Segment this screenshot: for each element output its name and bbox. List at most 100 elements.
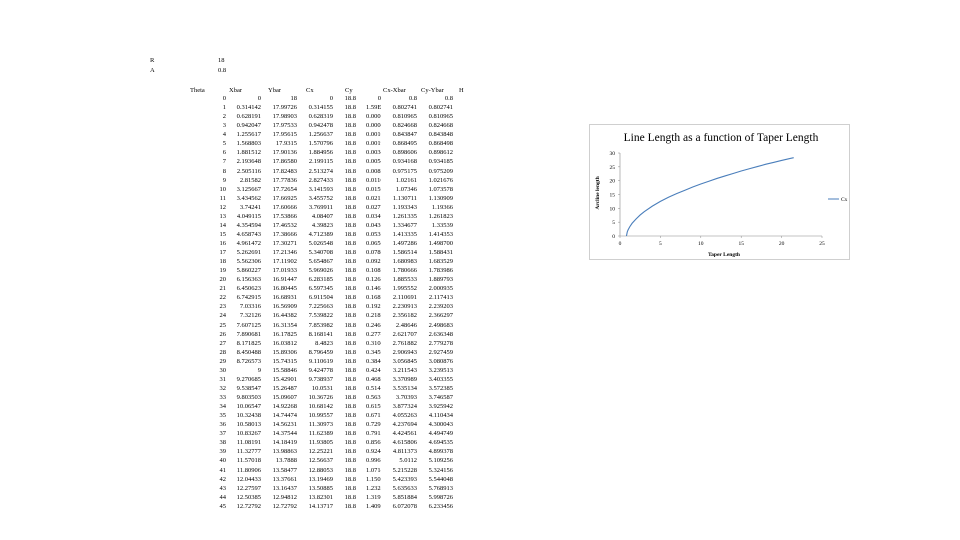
- table-cell[interactable]: 12.72792: [228, 502, 261, 511]
- table-cell[interactable]: 41: [212, 466, 227, 475]
- table-cell[interactable]: 1.255617: [228, 130, 261, 139]
- table-cell[interactable]: 1.683529: [420, 257, 453, 266]
- table-cell[interactable]: 0.008158: [366, 167, 381, 176]
- table-cell[interactable]: 18.8: [336, 420, 356, 429]
- table-cell[interactable]: 0.001993: [366, 139, 381, 148]
- table-cell[interactable]: 14.92268: [264, 402, 297, 411]
- table-cell[interactable]: 18.8: [336, 429, 356, 438]
- table-cell[interactable]: 4.615806: [384, 438, 417, 447]
- table-cell[interactable]: 5.109256: [420, 456, 453, 465]
- table-cell[interactable]: 16.17825: [264, 330, 297, 339]
- table-cell[interactable]: 9.270685: [228, 375, 261, 384]
- table-cell[interactable]: 1.568803: [228, 139, 261, 148]
- table-cell[interactable]: 1.783986: [420, 266, 453, 275]
- table-cell[interactable]: 13.16437: [264, 484, 297, 493]
- table-cell[interactable]: 2.110691: [384, 293, 417, 302]
- table-cell[interactable]: 12.27597: [228, 484, 261, 493]
- table-cell[interactable]: 4.055263: [384, 411, 417, 420]
- table-cell[interactable]: 35: [212, 411, 227, 420]
- table-cell[interactable]: 5.262691: [228, 248, 261, 257]
- table-cell[interactable]: 1.995552: [384, 284, 417, 293]
- table-cell[interactable]: 18.8: [336, 456, 356, 465]
- table-cell[interactable]: 16.68931: [264, 293, 297, 302]
- table-cell[interactable]: 3.74241: [228, 203, 261, 212]
- table-cell[interactable]: 3.080876: [420, 357, 453, 366]
- table-cell[interactable]: 2.239203: [420, 302, 453, 311]
- table-cell[interactable]: 1.02161: [384, 176, 417, 185]
- table-cell[interactable]: 11.30973: [300, 420, 333, 429]
- table-cell[interactable]: 18.8: [336, 411, 356, 420]
- table-cell[interactable]: 1.130711: [384, 194, 417, 203]
- table-cell[interactable]: 0.934168: [384, 157, 417, 166]
- table-cell[interactable]: 5.768913: [420, 484, 453, 493]
- table-cell[interactable]: 13.37661: [264, 475, 297, 484]
- table-cell[interactable]: 2.81582: [228, 176, 261, 185]
- table-cell[interactable]: 18: [264, 94, 298, 103]
- table-cell[interactable]: 0.8: [384, 94, 417, 103]
- table-cell[interactable]: 0.934185: [420, 157, 453, 166]
- table-cell[interactable]: 9.803503: [228, 393, 261, 402]
- table-cell[interactable]: 18.8: [336, 393, 356, 402]
- table-cell[interactable]: 18.8: [336, 447, 356, 456]
- table-cell[interactable]: 1.414353: [420, 230, 453, 239]
- table-cell[interactable]: 18.8: [336, 348, 356, 357]
- table-cell[interactable]: 11: [212, 194, 226, 203]
- table-cell[interactable]: 0.246853: [366, 321, 381, 330]
- table-cell[interactable]: 18.8: [336, 239, 356, 248]
- table-cell[interactable]: 9.424778: [300, 366, 333, 375]
- table-cell[interactable]: 2.48646: [384, 321, 417, 330]
- table-cell[interactable]: 17: [212, 248, 227, 257]
- table-cell[interactable]: 2.779278: [420, 339, 453, 348]
- table-cell[interactable]: 1.07346: [384, 185, 417, 194]
- table-cell[interactable]: 21: [212, 284, 227, 293]
- table-cell[interactable]: 2.366297: [420, 311, 453, 320]
- table-cell[interactable]: 10.36726: [300, 393, 333, 402]
- table-cell[interactable]: 17.97533: [264, 121, 297, 130]
- table-cell[interactable]: 8.171825: [228, 339, 261, 348]
- table-cell[interactable]: 32: [212, 384, 227, 393]
- table-cell[interactable]: 31: [212, 375, 227, 384]
- param-label-a[interactable]: A: [150, 67, 155, 75]
- table-cell[interactable]: 8.796459: [300, 348, 333, 357]
- table-cell[interactable]: 3.141593: [300, 185, 333, 194]
- table-cell[interactable]: 1.073578: [420, 185, 453, 194]
- param-value-r[interactable]: 18: [218, 57, 225, 65]
- table-cell[interactable]: 3: [212, 121, 226, 130]
- table-cell[interactable]: 1.889793: [420, 275, 453, 284]
- table-cell[interactable]: 0.310471: [366, 339, 381, 348]
- table-cell[interactable]: 0.092561: [366, 257, 381, 266]
- chart[interactable]: Line Length as a function of Taper Lengt…: [589, 124, 850, 260]
- table-cell[interactable]: 0.384046: [366, 357, 381, 366]
- table-cell[interactable]: 0.00102: [366, 130, 381, 139]
- table-cell[interactable]: 18.8: [336, 384, 356, 393]
- table-cell[interactable]: 5.860227: [228, 266, 261, 275]
- table-cell[interactable]: 17.21346: [264, 248, 297, 257]
- table-cell[interactable]: 1: [212, 103, 226, 112]
- table-cell[interactable]: 6.597345: [300, 284, 333, 293]
- table-cell[interactable]: 12.25221: [300, 447, 333, 456]
- table-cell[interactable]: 10.06547: [228, 402, 261, 411]
- table-cell[interactable]: 1.588431: [420, 248, 453, 257]
- table-cell[interactable]: 7.32126: [228, 311, 261, 320]
- table-cell[interactable]: 13: [212, 212, 227, 221]
- table-cell[interactable]: 2: [212, 112, 226, 121]
- table-cell[interactable]: 0.168585: [366, 293, 381, 302]
- table-cell[interactable]: 0.011613: [366, 176, 381, 185]
- table-cell[interactable]: 0.108799: [366, 266, 381, 275]
- table-cell[interactable]: 5.851884: [384, 493, 417, 502]
- table-cell[interactable]: 0.671198: [366, 411, 381, 420]
- table-cell[interactable]: 2.621707: [384, 330, 417, 339]
- table-cell[interactable]: 5.324156: [420, 466, 453, 475]
- table-cell[interactable]: 7: [212, 157, 226, 166]
- table-cell[interactable]: 45: [212, 502, 227, 511]
- table-cell[interactable]: 4.300043: [420, 420, 453, 429]
- table-cell[interactable]: 17.90136: [264, 148, 297, 157]
- table-cell[interactable]: 6.156363: [228, 275, 261, 284]
- table-cell[interactable]: 18.8: [336, 475, 356, 484]
- table-cell[interactable]: 18.8: [336, 103, 356, 112]
- table-cell[interactable]: 43: [212, 484, 227, 493]
- table-cell[interactable]: 18.8: [336, 402, 356, 411]
- table-cell[interactable]: 0.975175: [384, 167, 417, 176]
- table-cell[interactable]: 14: [212, 221, 227, 230]
- table-cell[interactable]: 3.434562: [228, 194, 261, 203]
